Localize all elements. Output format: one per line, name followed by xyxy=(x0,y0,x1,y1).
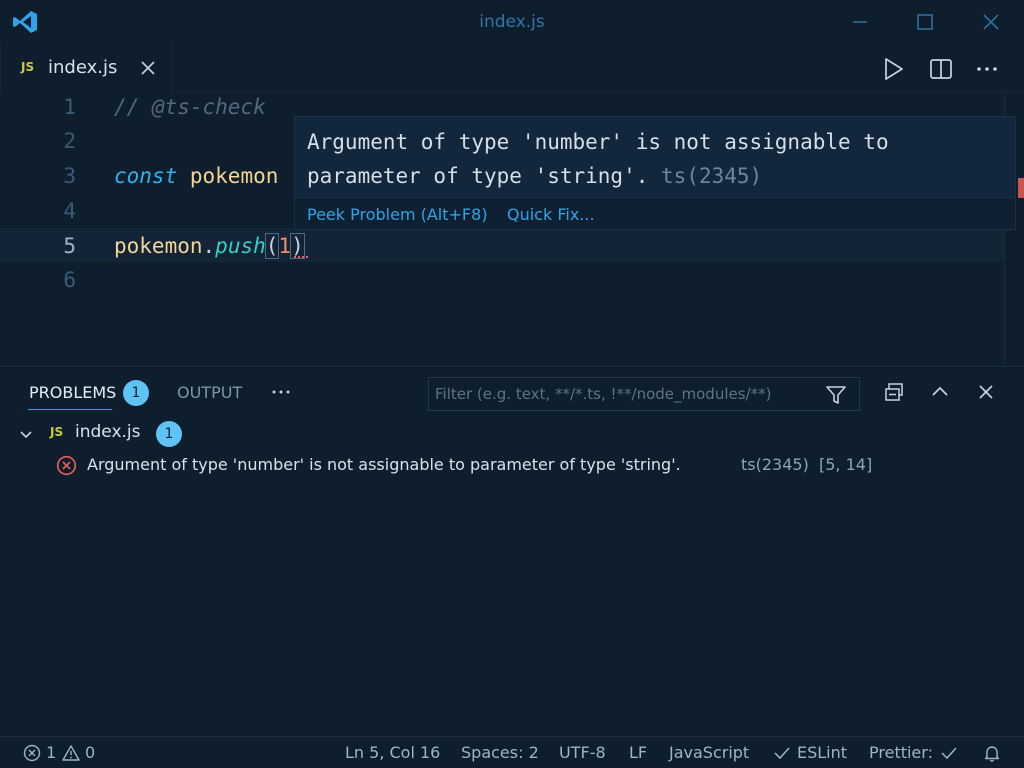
line-number: 3 xyxy=(63,164,76,188)
status-indentation[interactable]: Spaces: 2 xyxy=(461,743,539,762)
split-editor-icon[interactable] xyxy=(928,56,954,82)
error-icon xyxy=(56,455,77,476)
error-squiggle xyxy=(294,254,308,258)
warning-icon[interactable] xyxy=(62,744,80,762)
identifier-token: pokemon xyxy=(114,234,203,258)
tab-problems[interactable]: PROBLEMS xyxy=(29,383,116,402)
hover-actions: Peek Problem (Alt+F8) Quick Fix... xyxy=(295,197,1015,229)
tab-output[interactable]: OUTPUT xyxy=(177,383,242,402)
peek-problem-link[interactable]: Peek Problem (Alt+F8) xyxy=(307,205,488,224)
error-overview-marker xyxy=(1018,178,1024,198)
code-line-3: const pokemon xyxy=(114,164,278,188)
number-token: 1 xyxy=(278,234,292,258)
tab-close-icon[interactable] xyxy=(139,59,157,77)
code-line-1: // @ts-check xyxy=(114,95,266,119)
status-bar: 1 0 Ln 5, Col 16 Spaces: 2 UTF-8 LF Java… xyxy=(0,736,1024,768)
problem-position: [5, 14] xyxy=(819,455,873,474)
error-icon[interactable] xyxy=(23,744,41,762)
check-icon xyxy=(774,747,790,760)
hover-error-code: ts(2345) xyxy=(661,164,763,188)
hover-message: Argument of type 'number' is not assigna… xyxy=(307,125,1007,193)
comment-token: // @ts-check xyxy=(114,95,266,119)
close-icon[interactable] xyxy=(977,8,1005,36)
filter-icon[interactable] xyxy=(825,384,847,406)
file-problem-count-badge: 1 xyxy=(156,421,182,447)
line-number: 4 xyxy=(63,199,76,223)
status-warning-count[interactable]: 0 xyxy=(85,743,95,762)
tab-index-js[interactable]: JS index.js xyxy=(0,44,172,93)
line-number: 2 xyxy=(63,129,76,153)
problem-file-name: index.js xyxy=(75,422,141,442)
minimize-icon[interactable] xyxy=(846,8,874,36)
code-line-5: pokemon.push(1) xyxy=(114,233,305,259)
line-number: 5 xyxy=(63,234,76,258)
problems-count-badge: 1 xyxy=(123,380,149,406)
status-language[interactable]: JavaScript xyxy=(669,743,749,762)
js-file-icon: JS xyxy=(21,60,35,74)
js-file-icon: JS xyxy=(50,425,64,439)
close-panel-icon[interactable] xyxy=(975,381,997,403)
bottom-panel: PROBLEMS 1 OUTPUT JS index.js 1 xyxy=(0,366,1024,736)
status-error-count[interactable]: 1 xyxy=(46,743,56,762)
tab-bar: JS index.js xyxy=(0,44,1024,93)
dot-token: . xyxy=(202,234,216,258)
status-eol[interactable]: LF xyxy=(629,743,647,762)
chevron-up-icon[interactable] xyxy=(929,381,951,403)
more-icon[interactable] xyxy=(270,381,292,403)
status-encoding[interactable]: UTF-8 xyxy=(559,743,606,762)
status-eslint[interactable]: ESLint xyxy=(797,743,847,762)
bell-icon[interactable] xyxy=(983,744,1001,762)
tab-label: index.js xyxy=(48,57,118,78)
problem-item[interactable]: Argument of type 'number' is not assigna… xyxy=(0,451,1024,481)
status-prettier[interactable]: Prettier: xyxy=(869,743,933,762)
run-icon[interactable] xyxy=(880,56,906,82)
hover-message-text: Argument of type 'number' is not assigna… xyxy=(307,130,889,188)
identifier-token: pokemon xyxy=(189,164,279,188)
line-number: 1 xyxy=(63,95,76,119)
title-bar: index.js xyxy=(0,0,1024,44)
problem-code: ts(2345) xyxy=(741,455,809,474)
method-token: push xyxy=(215,234,266,258)
more-icon[interactable] xyxy=(974,56,1000,82)
hover-popup: Argument of type 'number' is not assigna… xyxy=(294,116,1016,230)
chevron-down-icon[interactable] xyxy=(18,427,34,443)
check-icon xyxy=(941,747,957,760)
maximize-icon[interactable] xyxy=(911,8,939,36)
problems-filter xyxy=(428,377,860,411)
collapse-all-icon[interactable] xyxy=(883,381,905,403)
quick-fix-link[interactable]: Quick Fix... xyxy=(507,205,595,224)
problem-message: Argument of type 'number' is not assigna… xyxy=(87,455,681,474)
filter-input[interactable] xyxy=(435,382,815,406)
problem-file-row[interactable]: JS index.js 1 xyxy=(0,419,1024,449)
line-number: 6 xyxy=(63,268,76,292)
active-tab-indicator xyxy=(28,409,112,410)
keyword-token: const xyxy=(114,164,178,188)
status-cursor-position[interactable]: Ln 5, Col 16 xyxy=(345,743,440,762)
open-paren-token: ( xyxy=(264,233,280,259)
